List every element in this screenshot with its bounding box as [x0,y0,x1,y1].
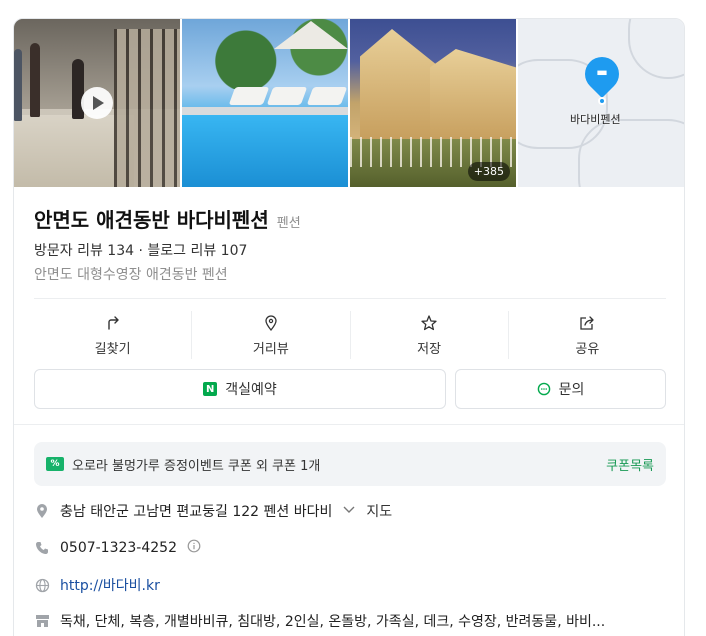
location-pin-icon [34,503,50,519]
divider [34,298,666,299]
amenities-text[interactable]: 독채, 단체, 복층, 개별바비큐, 침대방, 2인실, 온돌방, 가족실, 데… [60,611,605,631]
page-title: 안면도 애견동반 바다비펜션 [34,208,269,232]
place-category: 펜션 [276,216,301,231]
phone-icon [34,540,50,556]
chat-bubble-icon [537,382,550,396]
star-icon [421,314,437,330]
address-row: 충남 태안군 고남면 편교둥길 122 펜션 바다비 지도 [34,501,392,521]
chevron-down-icon[interactable] [342,504,356,519]
mini-map[interactable]: ▬ 바다비펜션 [518,19,684,187]
play-icon[interactable] [81,87,113,119]
store-icon [34,613,50,629]
photo-pool[interactable] [182,19,348,187]
action-bar: 길찾기 거리뷰 저장 공유 [34,311,666,359]
coupon-text: 오로라 불멍가루 증정이벤트 쿠폰 외 쿠폰 1개 [72,458,321,474]
coupon-list-link[interactable]: 쿠폰목록 [606,455,654,474]
globe-icon [34,577,50,593]
map-link[interactable]: 지도 [366,501,392,521]
coupon-banner[interactable]: % 오로라 불멍가루 증정이벤트 쿠폰 외 쿠폰 1개 쿠폰목록 [34,442,666,486]
naver-n-icon: N [203,382,218,396]
coupon-icon: % [46,457,64,471]
photo-strip: +385 ▬ 바다비펜션 [14,19,684,187]
amenities-row: 독채, 단체, 복층, 개별바비큐, 침대방, 2인실, 온돌방, 가족실, 데… [34,611,605,631]
info-circle-icon[interactable] [187,539,201,557]
website-row: http://바다비.kr [34,575,160,595]
share-icon [580,315,595,330]
directions-icon [107,315,119,330]
street-view-button[interactable]: 거리뷰 [192,311,351,359]
directions-button[interactable]: 길찾기 [34,311,193,359]
phone-number[interactable]: 0507-1323-4252 [60,540,177,556]
place-description: 안면도 대형수영장 애견동반 펜션 [34,267,228,283]
photo-glamping[interactable]: +385 [350,19,516,187]
inquiry-button[interactable]: 문의 [455,369,666,409]
book-room-button[interactable]: N 객실예약 [34,369,446,409]
place-card: +385 ▬ 바다비펜션 안면도 애견동반 바다비펜션 펜션 방문자 리뷰 13… [13,18,685,636]
map-place-label: 바다비펜션 [570,113,621,126]
address-text: 충남 태안군 고남면 편교둥길 122 펜션 바다비 [60,504,333,520]
save-button[interactable]: 저장 [351,311,509,359]
website-link[interactable]: http://바다비.kr [60,575,160,595]
photo-video-thumbnail[interactable] [14,19,180,187]
phone-row: 0507-1323-4252 [34,539,201,557]
share-button[interactable]: 공유 [509,311,666,359]
title-row: 안면도 애견동반 바다비펜션 펜션 [34,204,301,233]
bed-icon: ▬ [596,65,608,79]
street-view-icon [265,314,277,331]
review-counts[interactable]: 방문자 리뷰 134 · 블로그 리뷰 107 [34,240,247,260]
section-divider [14,424,684,425]
more-photos-count[interactable]: +385 [467,162,510,181]
